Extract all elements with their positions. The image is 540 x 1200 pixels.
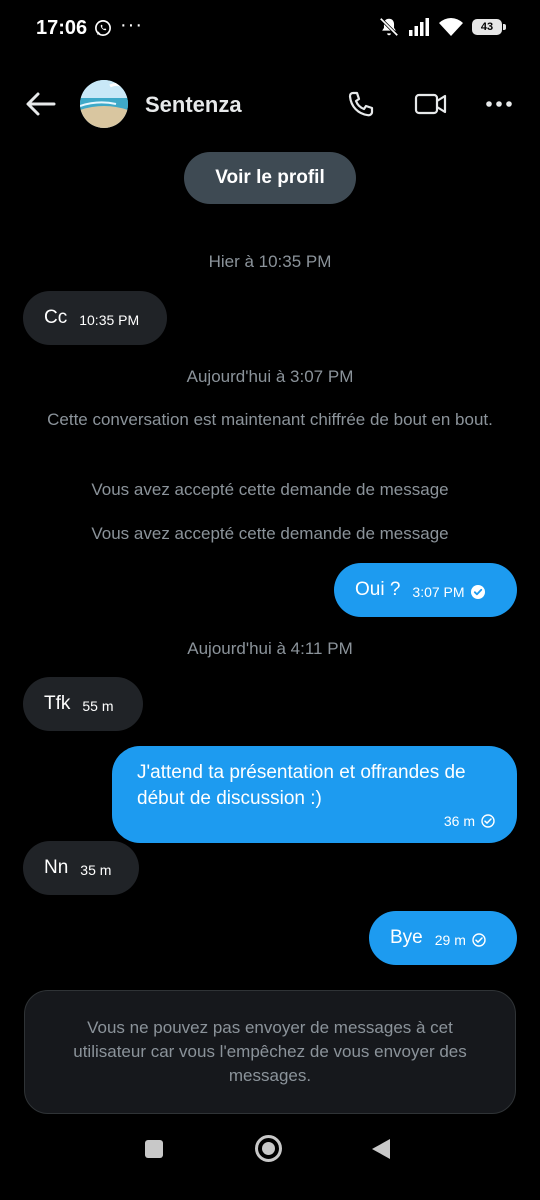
status-overflow-dots: ···	[120, 14, 143, 36]
message-time: 3:07 PM	[412, 583, 465, 600]
status-bar: 17:06 ··· 43	[0, 0, 540, 56]
conversation-header: Sentenza	[0, 70, 540, 138]
message-incoming[interactable]: Nn 35 m	[23, 841, 139, 895]
view-profile-button[interactable]: Voir le profil	[184, 152, 356, 204]
signal-icon	[409, 18, 429, 36]
message-time: 36 m	[443, 813, 475, 829]
request-accepted-notice: Vous avez accepté cette demande de messa…	[91, 480, 449, 499]
recents-icon[interactable]	[145, 1140, 163, 1158]
system-nav-bar	[0, 1130, 540, 1200]
message-time: 55 m	[82, 697, 114, 714]
sent-check-icon	[481, 814, 495, 828]
message-time: 35 m	[80, 861, 112, 878]
status-icons: 43	[378, 16, 506, 38]
contact-name[interactable]: Sentenza	[145, 92, 242, 118]
date-separator: Aujourd'hui à 4:11 PM	[187, 639, 353, 658]
phone-icon[interactable]	[346, 90, 376, 118]
more-icon[interactable]	[484, 90, 514, 118]
message-text: J'attend ta présentation et offrandes de…	[137, 762, 466, 809]
message-text: Tfk	[44, 693, 71, 714]
date-separator: Hier à 10:35 PM	[208, 252, 332, 271]
message-text: Nn	[44, 857, 69, 878]
request-accepted-notice: Vous avez accepté cette demande de messa…	[91, 524, 449, 543]
video-icon[interactable]	[414, 90, 448, 118]
avatar[interactable]	[80, 80, 128, 128]
read-check-icon	[470, 584, 485, 599]
mute-bell-icon	[379, 17, 399, 37]
message-meta: 36 m	[137, 810, 495, 829]
wifi-icon	[439, 18, 463, 36]
sent-check-icon	[472, 932, 486, 947]
message-text: Oui ?	[355, 579, 401, 600]
message-outgoing[interactable]: J'attend ta présentation et offrandes de…	[112, 746, 517, 843]
message-time: 10:35 PM	[79, 311, 140, 328]
status-time: 17:06	[36, 17, 88, 39]
whatsapp-icon	[95, 20, 111, 36]
message-outgoing[interactable]: Oui ? 3:07 PM	[334, 563, 517, 617]
encryption-notice: Cette conversation est maintenant chiffr…	[47, 410, 493, 429]
blocked-composer-notice: Vous ne pouvez pas envoyer de messages à…	[24, 990, 516, 1114]
message-text: Cc	[44, 307, 68, 328]
message-text: Bye	[390, 927, 423, 948]
home-icon[interactable]	[255, 1135, 282, 1162]
back-arrow-icon[interactable]	[24, 90, 56, 118]
blocked-notice-text: Vous ne pouvez pas envoyer de messages à…	[73, 1018, 467, 1085]
battery-icon: 43	[472, 19, 506, 35]
message-incoming[interactable]: Tfk 55 m	[23, 677, 143, 731]
message-incoming[interactable]: Cc 10:35 PM	[23, 291, 167, 345]
date-separator: Aujourd'hui à 3:07 PM	[186, 367, 354, 386]
nav-back-icon[interactable]	[372, 1139, 390, 1159]
message-outgoing[interactable]: Bye 29 m	[369, 911, 517, 965]
message-time: 29 m	[434, 931, 466, 948]
